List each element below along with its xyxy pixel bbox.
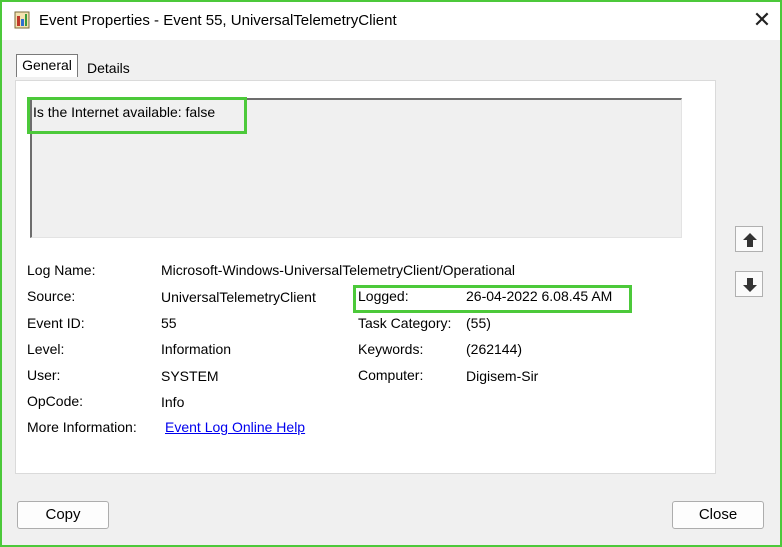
computer-label: Computer: [358,367,424,383]
opcode-label: OpCode: [27,393,84,409]
task-category-value: (55) [466,315,491,331]
close-window-button[interactable]: ✕ [750,7,774,33]
task-category-label: Task Category: [358,315,452,331]
level-value: Information [161,341,232,357]
log-name-label: Log Name: [27,262,96,278]
tab-general[interactable]: General [16,54,78,77]
previous-event-button[interactable] [735,226,763,252]
highlight-description [27,97,247,134]
next-event-button[interactable] [735,271,763,297]
keywords-label: Keywords: [358,341,424,357]
arrow-down-icon [743,278,757,292]
source-value: UniversalTelemetryClient [161,289,316,305]
opcode-value: Info [161,394,185,410]
close-button[interactable]: Close [672,501,764,529]
level-label: Level: [27,341,65,357]
window-title: Event Properties - Event 55, UniversalTe… [39,12,397,29]
event-id-label: Event ID: [27,315,85,331]
highlight-logged [353,285,632,313]
tab-details[interactable]: Details [87,58,130,78]
event-log-online-help-link[interactable]: Event Log Online Help [165,419,305,435]
event-viewer-icon [14,11,30,29]
computer-value: Digisem-Sir [466,368,539,384]
copy-button[interactable]: Copy [17,501,109,529]
event-id-value: 55 [161,315,177,331]
more-information-label: More Information: [27,419,137,435]
source-label: Source: [27,288,76,304]
user-value: SYSTEM [161,368,219,384]
keywords-value: (262144) [466,341,523,357]
title-bar: Event Properties - Event 55, UniversalTe… [2,2,780,40]
arrow-up-icon [743,233,757,247]
log-name-value: Microsoft-Windows-UniversalTelemetryClie… [161,262,515,278]
user-label: User: [27,367,61,383]
